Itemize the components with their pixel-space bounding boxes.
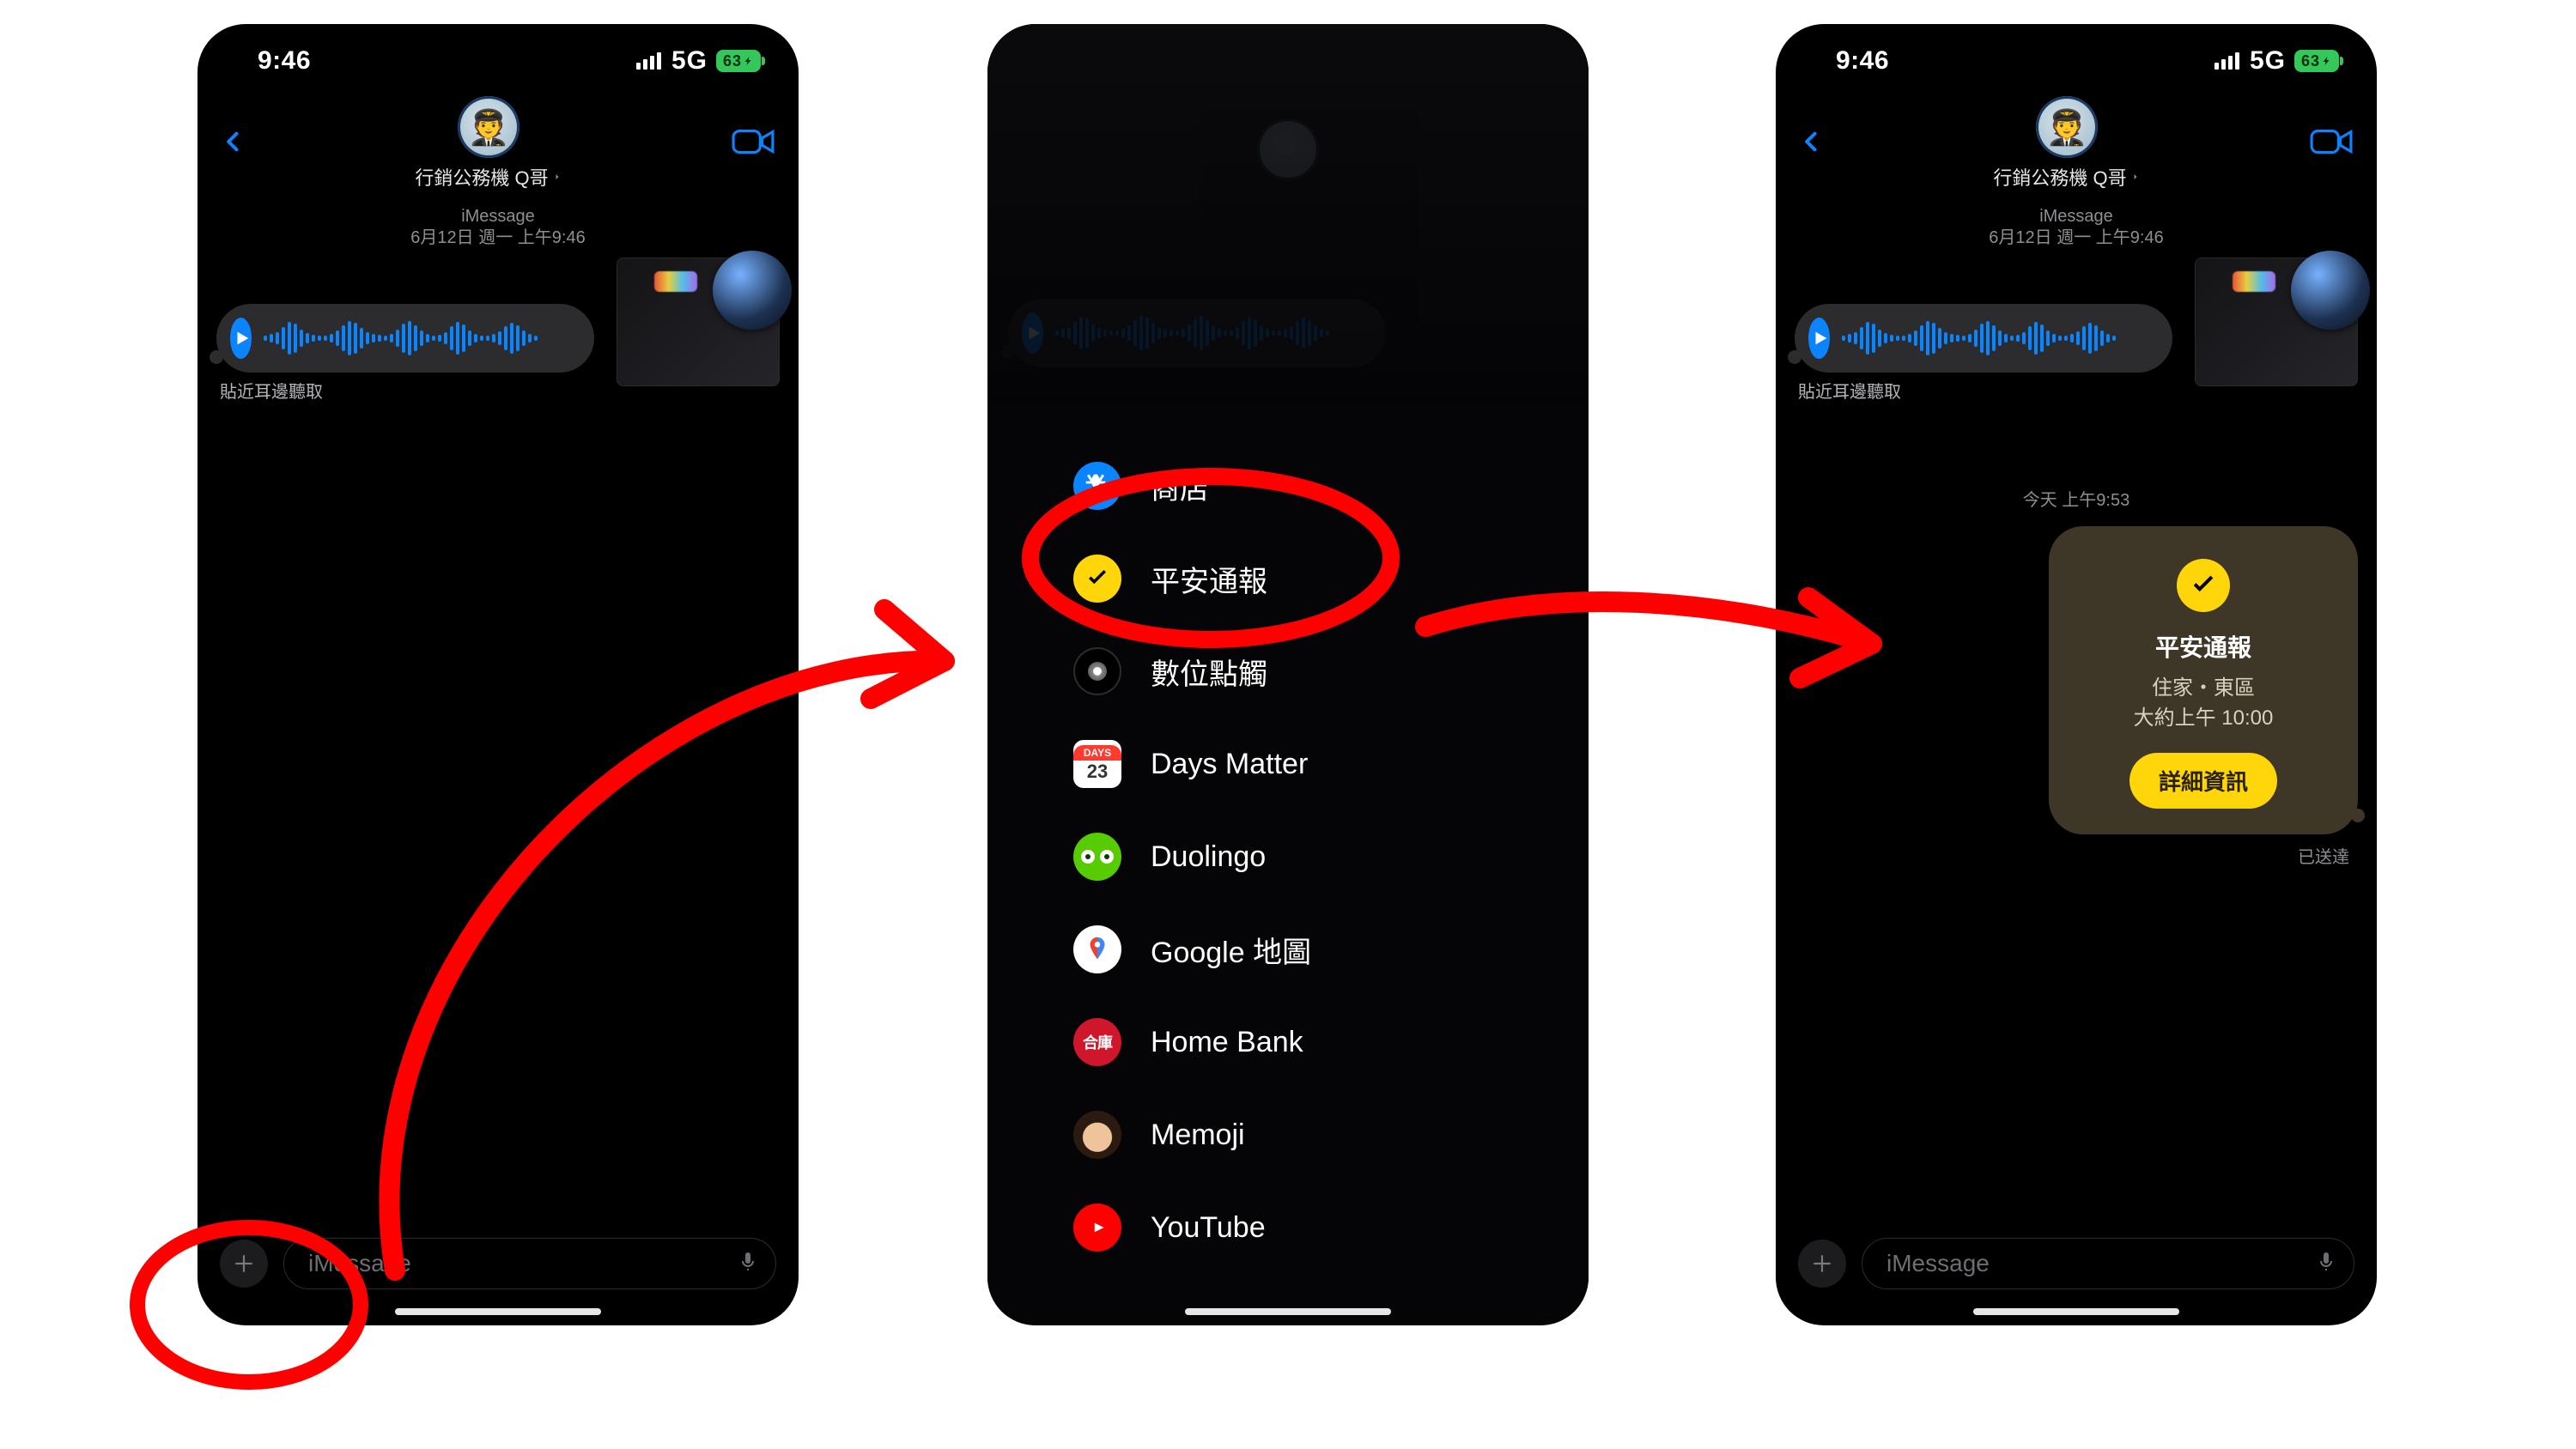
battery-icon: 63 [2294,50,2339,72]
menu-item-store[interactable]: 商店 [1073,462,1537,510]
memoji-icon [1073,1111,1121,1159]
plus-button[interactable] [1798,1240,1846,1288]
menu-label: 數位點觸 [1151,651,1267,693]
network-label: 5G [2250,46,2286,76]
card-location: 住家・東區 [2066,670,2341,700]
duolingo-icon [1073,833,1121,881]
status-bar: 9:46 5G 63 [197,24,799,79]
message-date: 6月12日 週一 上午9:46 [1776,227,2377,249]
service-label: iMessage [1776,206,2377,227]
raise-to-listen-hint: 貼近耳邊聽取 [220,378,323,403]
card-details-button[interactable]: 詳細資訊 [2129,753,2277,809]
google-maps-icon [1073,925,1121,973]
menu-item-google-maps[interactable]: Google 地圖 [1073,925,1537,973]
waveform-icon [264,321,538,355]
play-icon[interactable] [1808,318,1830,359]
menu-item-youtube[interactable]: YouTube [1073,1203,1537,1252]
service-label: iMessage [197,206,799,227]
menu-item-checkin[interactable]: 平安通報 [1073,555,1537,603]
status-bar: 9:46 5G 63 [1776,24,2377,79]
menu-label: Days Matter [1151,748,1308,781]
input-placeholder: iMessage [308,1250,411,1277]
timestamp: 今天 上午9:53 [1776,486,2377,511]
card-eta: 大約上午 10:00 [2066,700,2341,731]
checkin-card[interactable]: 平安通報 住家・東區 大約上午 10:00 詳細資訊 [2049,526,2358,834]
message-input[interactable]: iMessage [1862,1238,2354,1289]
chevron-right-icon [2130,172,2141,182]
message-input[interactable]: iMessage [283,1238,776,1289]
message-date: 6月12日 週一 上午9:46 [197,227,799,249]
menu-item-memoji[interactable]: Memoji [1073,1111,1537,1159]
network-label: 5G [671,46,708,76]
battery-icon: 63 [716,50,761,72]
plus-button[interactable] [220,1240,268,1288]
back-button[interactable] [1800,124,1824,163]
contact-header[interactable]: 🧑‍✈️ 行銷公務機 Q哥 [1993,96,2140,191]
digital-touch-icon [1073,647,1121,695]
mic-icon[interactable] [738,1250,758,1277]
contact-name: 行銷公務機 Q哥 [1993,163,2126,191]
phone-screenshot-1: 9:46 5G 63 🧑‍✈️ 行銷公務機 Q哥 iMessage 6月12日 … [197,24,799,1325]
appstore-icon [1073,462,1121,510]
input-placeholder: iMessage [1886,1250,1990,1277]
chevron-right-icon [552,172,562,182]
photo-attachment[interactable] [2195,258,2358,386]
audio-message[interactable] [1795,304,2172,373]
menu-label: YouTube [1151,1211,1266,1245]
facetime-button[interactable] [732,126,775,161]
avatar: 🧑‍✈️ [458,96,519,158]
status-time: 9:46 [258,46,311,76]
signal-icon [2215,52,2239,70]
check-icon [2177,559,2230,612]
phone-screenshot-3: 9:46 5G 63 🧑‍✈️ 行銷公務機 Q哥 iMessage 6月12日 … [1776,24,2377,1325]
menu-label: 商店 [1151,465,1209,507]
raise-to-listen-hint: 貼近耳邊聽取 [1798,378,1901,403]
menu-item-home-bank[interactable]: 合庫 Home Bank [1073,1018,1537,1066]
photo-attachment[interactable] [617,258,780,386]
calendar-icon: DAYS23 [1073,740,1121,788]
home-indicator[interactable] [1973,1308,2179,1315]
status-time: 9:46 [1836,46,1889,76]
menu-label: Memoji [1151,1119,1245,1152]
audio-message[interactable] [216,304,594,373]
menu-label: Duolingo [1151,840,1266,874]
phone-screenshot-2: 商店 平安通報 數位點觸 DAYS23 Days Matter Duolingo… [987,24,1589,1325]
play-icon[interactable] [230,318,252,359]
signal-icon [636,52,661,70]
menu-item-days-matter[interactable]: DAYS23 Days Matter [1073,740,1537,788]
avatar: 🧑‍✈️ [2036,96,2098,158]
menu-item-digital-touch[interactable]: 數位點觸 [1073,647,1537,695]
imessage-app-menu: 商店 平安通報 數位點觸 DAYS23 Days Matter Duolingo… [1073,462,1537,1252]
menu-label: Home Bank [1151,1026,1303,1059]
facetime-button[interactable] [2310,126,2353,161]
contact-header[interactable]: 🧑‍✈️ 行銷公務機 Q哥 [415,96,562,191]
home-indicator[interactable] [1185,1308,1391,1315]
home-indicator[interactable] [395,1308,601,1315]
menu-label: Google 地圖 [1151,929,1311,971]
card-title: 平安通報 [2066,629,2341,664]
menu-label: 平安通報 [1151,558,1267,600]
home-bank-icon: 合庫 [1073,1018,1121,1066]
back-button[interactable] [222,124,246,163]
waveform-icon [1842,321,2116,355]
youtube-icon [1073,1203,1121,1252]
delivered-label: 已送達 [1776,843,2349,868]
check-icon [1073,555,1121,603]
mic-icon[interactable] [2316,1250,2336,1277]
menu-item-duolingo[interactable]: Duolingo [1073,833,1537,881]
contact-name: 行銷公務機 Q哥 [415,163,548,191]
